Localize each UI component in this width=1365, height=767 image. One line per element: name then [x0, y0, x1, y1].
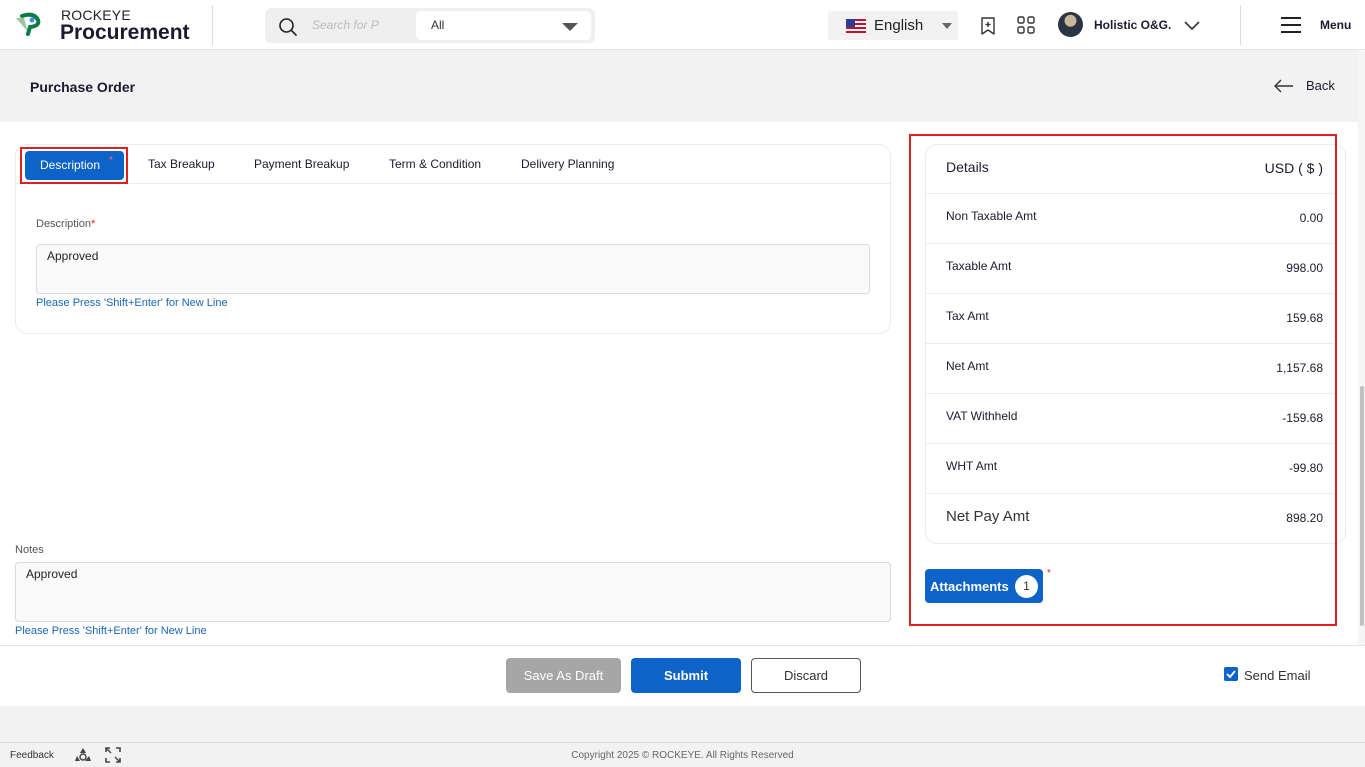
submit-button[interactable]: Submit — [631, 658, 741, 693]
chevron-down-icon[interactable] — [1183, 19, 1201, 31]
user-name[interactable]: Holistic O&G. — [1094, 18, 1171, 32]
tab-tax-breakup[interactable]: Tax Breakup — [148, 157, 215, 171]
tab-term-condition[interactable]: Term & Condition — [389, 157, 481, 171]
search-scope-select[interactable]: All — [416, 11, 591, 40]
page-title: Purchase Order — [30, 79, 136, 95]
caret-down-icon — [562, 23, 578, 31]
search-scope-value: All — [431, 18, 445, 32]
save-as-draft-button[interactable]: Save As Draft — [506, 658, 621, 693]
copyright-text: Copyright 2025 © ROCKEYE. All Rights Res… — [571, 750, 794, 761]
header-divider — [212, 5, 213, 45]
description-field-label: Description* — [36, 218, 96, 230]
arrow-left-icon — [1274, 79, 1293, 93]
back-button[interactable]: Back — [1273, 76, 1343, 98]
user-avatar[interactable] — [1058, 12, 1083, 37]
us-flag-icon — [846, 19, 866, 33]
header-divider — [1240, 5, 1241, 45]
notes-field-label: Notes — [15, 544, 44, 556]
highlight-box-tab — [20, 147, 128, 184]
rockeye-logo-icon — [16, 12, 41, 36]
scrollbar-thumb[interactable] — [1360, 386, 1364, 626]
search-input[interactable] — [312, 13, 384, 37]
menu-label[interactable]: Menu — [1320, 18, 1351, 32]
notes-hint: Please Press 'Shift+Enter' for New Line — [15, 625, 207, 637]
search-icon[interactable] — [278, 17, 298, 37]
apps-grid-icon[interactable] — [1016, 15, 1036, 35]
hamburger-menu-icon[interactable] — [1280, 16, 1302, 34]
tab-delivery-planning[interactable]: Delivery Planning — [521, 157, 614, 171]
language-selector[interactable]: English — [828, 11, 958, 40]
language-label: English — [874, 17, 924, 34]
description-hint: Please Press 'Shift+Enter' for New Line — [36, 297, 228, 309]
tab-payment-breakup[interactable]: Payment Breakup — [254, 157, 349, 171]
highlight-box-details — [909, 134, 1337, 626]
description-textarea[interactable]: Approved — [36, 244, 870, 294]
tab-bar-divider — [16, 183, 890, 184]
send-email-label[interactable]: Send Email — [1244, 668, 1310, 683]
back-label: Back — [1306, 78, 1335, 93]
notes-textarea[interactable]: Approved — [15, 562, 891, 622]
caret-down-icon — [942, 23, 952, 29]
brand-name: Procurement — [60, 21, 190, 44]
discard-button[interactable]: Discard — [751, 658, 861, 693]
bookmark-add-icon[interactable] — [978, 16, 998, 36]
send-email-checkbox[interactable] — [1224, 667, 1238, 681]
